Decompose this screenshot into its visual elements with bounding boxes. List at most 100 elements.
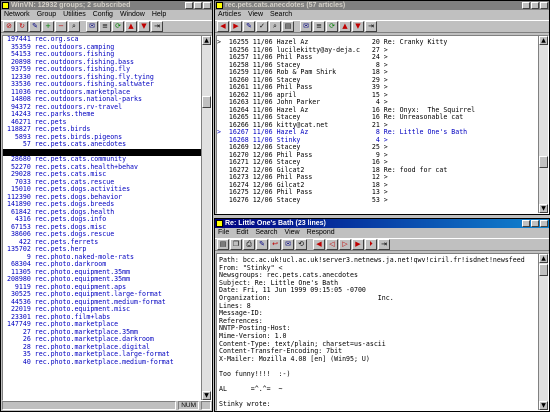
menu-window[interactable]: Window [120,10,145,20]
menu-edit[interactable]: Edit [236,228,248,238]
status-left [2,401,177,410]
msg-next-thread-icon[interactable]: ▶ [352,239,364,250]
articles-minimize-button[interactable] [522,2,530,9]
exit-icon[interactable]: ⇥ [151,21,163,32]
group-count: 40 [3,357,35,366]
article-scroll-up-icon[interactable]: ▲ [539,36,548,45]
list-icon[interactable]: ≡ [99,21,111,32]
minimize-button[interactable] [185,2,193,9]
message-title-bar[interactable]: Re: Little One's Bath (23 lines) [215,219,549,228]
article-scroll-thumb[interactable] [539,156,548,168]
article-post-icon[interactable]: ✎ [243,21,255,32]
group-scrollbar[interactable]: ▲ ▼ [201,36,211,400]
msg-rot13-icon[interactable]: ⟲ [295,239,307,250]
article-subject: Re: Little One's Bath [383,128,468,136]
msg-close-icon[interactable]: ⇥ [378,239,390,250]
mail-icon[interactable]: ✉ [86,21,98,32]
menu-file[interactable]: File [218,228,229,238]
menu-search[interactable]: Search [270,10,292,20]
article-mark-icon[interactable]: ✓ [256,21,268,32]
menu-msg-view[interactable]: View [285,228,300,238]
msg-prev-icon[interactable]: ◁ [326,239,338,250]
msg-followup-icon[interactable]: ✎ [256,239,268,250]
message-body-pane: Path: bcc.ac.uk!ucl.ac.uk!server3.netnew… [216,253,549,411]
article-subject: Re: Cranky Kitty [383,38,448,46]
menu-view[interactable]: View [248,10,263,20]
group-name: rec.photo.marketplace.medium-format [34,357,174,366]
group-list: 197441 rec.org.sca 35359 rec.outdoors.ca… [3,36,211,366]
message-scroll-up-icon[interactable]: ▲ [539,254,548,263]
article-date: 12/06 [252,195,277,204]
article-mark [217,196,229,204]
body-line: Stinky wrote: [219,400,271,409]
message-text: Path: bcc.ac.uk!ucl.ac.uk!server3.netnew… [217,254,548,410]
message-scrollbar[interactable]: ▲ ▼ [538,254,548,410]
msg-next-icon[interactable]: ▷ [339,239,351,250]
close-button[interactable] [203,2,211,9]
message-scroll-thumb[interactable] [539,264,548,276]
refresh-icon[interactable]: ⟳ [112,21,124,32]
articles-title-bar[interactable]: rec.pets.cats.anecdotes (57 articles) [215,1,549,10]
num-indicator: NUM [178,401,199,410]
articles-title: rec.pets.cats.anecdotes (57 articles) [225,2,346,9]
search-icon[interactable]: ⌕ [68,21,80,32]
menu-network[interactable]: Network [4,10,30,20]
group-list-pane: 197441 rec.org.sca 35359 rec.outdoors.ca… [2,35,212,401]
message-close-button[interactable] [540,220,548,227]
article-list-pane: > 16255 11/06 Hazel Az 20 Re: Cranky Kit… [216,35,549,214]
msg-reply-icon[interactable]: ↩ [269,239,281,250]
message-minimize-button[interactable] [522,220,530,227]
header-line: Lines: 8 [219,301,251,310]
article-row[interactable]: 16276 12/06 Stacey 53 > [217,195,548,205]
article-prev-icon[interactable]: ◀ [217,21,229,32]
subscribe-icon[interactable]: + [42,21,54,32]
group-row[interactable]: 40 rec.photo.marketplace.medium-format [3,357,211,367]
menu-respond[interactable]: Respond [307,228,335,238]
article-from: Stacey [276,195,364,204]
message-scroll-down-icon[interactable]: ▼ [539,401,548,410]
scroll-down-icon[interactable]: ▼ [202,391,211,400]
msg-prev-thread-icon[interactable]: ◀ [313,239,325,250]
message-toolbar: ▤ ❐ ⎙ ✎ ↩ ✉ ⟲ ◀ ◁ ▷ ▶ ⏵ ⇥ [215,238,549,251]
menu-msg-search[interactable]: Search [255,228,277,238]
articles-maximize-button[interactable] [531,2,539,9]
new-article-icon[interactable]: ✎ [29,21,41,32]
scroll-thumb[interactable] [202,96,211,108]
msg-forward-icon[interactable]: ✉ [282,239,294,250]
message-maximize-button[interactable] [531,220,539,227]
article-up-icon[interactable]: ▲ [339,21,351,32]
article-mail-icon[interactable]: ✉ [300,21,312,32]
article-refresh-icon[interactable]: ⟳ [326,21,338,32]
unsubscribe-icon[interactable]: − [55,21,67,32]
menu-help[interactable]: Help [152,10,166,20]
up-icon[interactable]: ▲ [125,21,137,32]
menu-config[interactable]: Config [93,10,113,20]
connect-icon[interactable]: ⊘ [3,21,15,32]
body-line: Too funny!!!! :-) [219,369,291,378]
menu-articles[interactable]: Articles [218,10,241,20]
main-menubar: Network Group Utilities Config Window He… [1,10,212,20]
msg-copy-icon[interactable]: ❐ [230,239,242,250]
reconnect-icon[interactable]: ↻ [16,21,28,32]
msg-next-unread-icon[interactable]: ⏵ [365,239,377,250]
article-scrollbar[interactable]: ▲ ▼ [538,36,548,213]
main-title-bar[interactable]: WinVN: 12932 groups; 2 subscribed [1,1,212,10]
maximize-button[interactable] [194,2,202,9]
article-save-icon[interactable]: ▤ [282,21,294,32]
articles-close-button[interactable] [540,2,548,9]
body-line [219,409,548,410]
scroll-up-icon[interactable]: ▲ [202,36,211,45]
menu-utilities[interactable]: Utilities [63,10,86,20]
msg-print-icon[interactable]: ⎙ [243,239,255,250]
article-search-icon[interactable]: ⌕ [269,21,281,32]
article-exit-icon[interactable]: ⇥ [365,21,377,32]
article-scroll-down-icon[interactable]: ▼ [539,204,548,213]
msg-save-icon[interactable]: ▤ [217,239,229,250]
article-thread-icon[interactable]: ≡ [313,21,325,32]
menu-group[interactable]: Group [37,10,56,20]
status-bar: NUM [2,401,211,410]
article-down-icon[interactable]: ▼ [352,21,364,32]
message-icon [216,220,223,227]
article-next-icon[interactable]: ▶ [230,21,242,32]
down-icon[interactable]: ▼ [138,21,150,32]
